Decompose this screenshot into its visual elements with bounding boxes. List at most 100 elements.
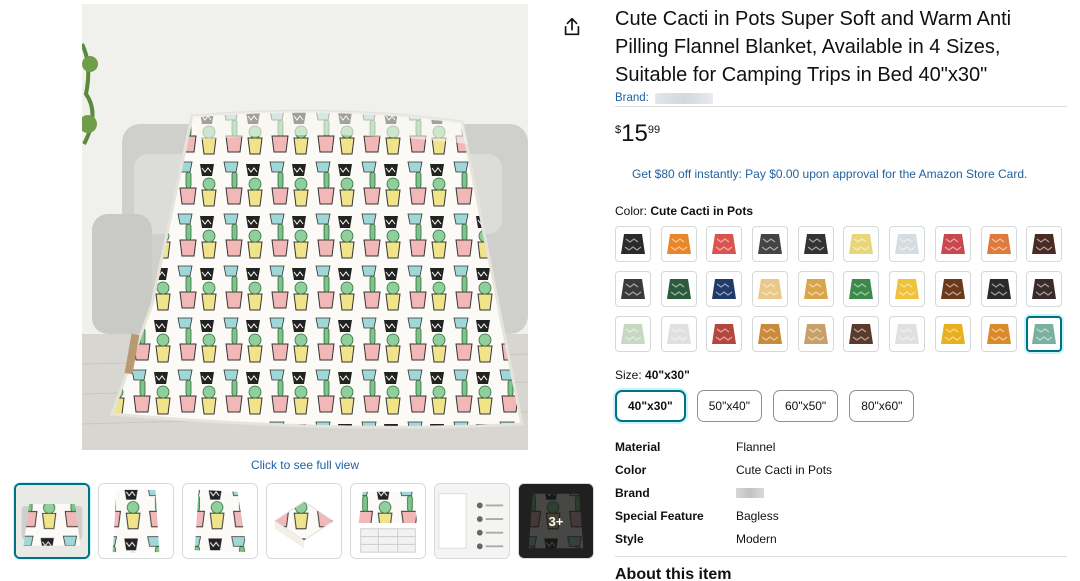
swatch-blanket-icon xyxy=(1029,274,1060,304)
brand-link[interactable]: Brand: xyxy=(615,92,1070,104)
product-specs-table: Material Flannel Color Cute Cacti in Pot… xyxy=(615,435,1070,550)
color-swatch-17[interactable] xyxy=(889,271,926,307)
thumbnail-6[interactable] xyxy=(434,483,510,559)
price-fraction: 99 xyxy=(647,124,661,136)
blanket-image xyxy=(82,4,528,450)
spec-row-brand: Brand xyxy=(615,481,1070,504)
price: $ 15 99 xyxy=(615,121,1070,147)
price-whole: 15 xyxy=(621,120,648,147)
store-card-promo[interactable]: Get $80 off instantly: Pay $0.00 upon ap… xyxy=(615,167,1070,181)
divider xyxy=(615,556,1067,557)
color-swatch-26[interactable] xyxy=(843,316,880,352)
brand-prefix: Brand: xyxy=(615,92,649,104)
swatch-blanket-icon xyxy=(755,319,786,349)
swatch-blanket-icon xyxy=(892,274,923,304)
swatch-blanket-icon xyxy=(846,229,877,259)
size-option-80x60[interactable]: 80"x60" xyxy=(849,390,915,422)
color-swatch-8[interactable] xyxy=(934,226,971,262)
spec-value: Flannel xyxy=(736,439,776,454)
color-swatch-22[interactable] xyxy=(660,316,697,352)
color-swatch-20[interactable] xyxy=(1026,271,1063,307)
thumbnail-more[interactable]: 3+ xyxy=(518,483,594,559)
brand-name-redacted xyxy=(654,92,713,104)
color-label-prefix: Color: xyxy=(615,204,648,218)
size-label-prefix: Size: xyxy=(615,368,642,382)
swatch-blanket-icon xyxy=(618,274,648,304)
color-swatch-23[interactable] xyxy=(706,316,743,352)
spec-key: Color xyxy=(615,462,647,477)
more-images-count: 3+ xyxy=(519,484,593,558)
thumbnail-3[interactable] xyxy=(182,483,258,559)
size-option-50x40[interactable]: 50"x40" xyxy=(696,390,762,422)
color-swatch-14[interactable] xyxy=(752,271,789,307)
color-swatch-3[interactable] xyxy=(706,226,743,262)
swatch-blanket-icon xyxy=(892,229,923,259)
swatch-blanket-icon xyxy=(800,274,831,304)
color-swatch-24[interactable] xyxy=(752,316,789,352)
swatch-blanket-icon xyxy=(983,229,1014,259)
spec-value: Modern xyxy=(736,531,777,546)
size-option-60x50[interactable]: 60"x50" xyxy=(772,390,839,422)
about-heading: About this item xyxy=(615,566,732,581)
color-swatch-27[interactable] xyxy=(889,316,926,352)
spec-value: Bagless xyxy=(736,508,779,523)
color-swatch-6[interactable] xyxy=(843,226,880,262)
color-swatch-grid xyxy=(615,226,1070,352)
color-selected-value: Cute Cacti in Pots xyxy=(650,204,754,218)
thumbnail-4[interactable] xyxy=(266,483,342,559)
spec-row-material: Material Flannel xyxy=(615,435,1070,458)
color-swatch-9[interactable] xyxy=(980,226,1017,262)
color-swatch-19[interactable] xyxy=(980,271,1017,307)
color-swatch-18[interactable] xyxy=(934,271,971,307)
size-option-40x30[interactable]: 40"x30" xyxy=(615,390,686,422)
spec-key: Brand xyxy=(615,485,650,500)
color-swatch-13[interactable] xyxy=(706,271,743,307)
swatch-blanket-icon xyxy=(800,229,831,259)
color-swatch-7[interactable] xyxy=(889,226,926,262)
color-swatch-4[interactable] xyxy=(752,226,789,262)
thumbnail-1[interactable] xyxy=(14,483,90,559)
main-product-image[interactable] xyxy=(82,4,528,450)
color-swatch-25[interactable] xyxy=(797,316,834,352)
spec-row-color: Color Cute Cacti in Pots xyxy=(615,458,1070,481)
swatch-blanket-icon xyxy=(846,274,877,304)
color-swatch-28[interactable] xyxy=(934,316,971,352)
swatch-blanket-icon xyxy=(709,229,740,259)
color-swatch-2[interactable] xyxy=(660,226,697,262)
spec-row-style: Style Modern xyxy=(615,527,1070,550)
swatch-blanket-icon xyxy=(618,319,648,349)
product-details: Cute Cacti in Pots Super Soft and Warm A… xyxy=(615,0,1070,581)
spec-value: Cute Cacti in Pots xyxy=(736,462,833,477)
swatch-blanket-icon xyxy=(937,319,968,349)
swatch-blanket-icon xyxy=(846,319,877,349)
swatch-blanket-icon xyxy=(1029,229,1060,259)
swatch-blanket-icon xyxy=(892,319,923,349)
product-title: Cute Cacti in Pots Super Soft and Warm A… xyxy=(615,8,1012,86)
swatch-blanket-icon xyxy=(937,229,968,259)
color-label: Color: Cute Cacti in Pots xyxy=(615,204,1070,218)
spec-key: Style xyxy=(615,531,644,546)
color-swatch-21[interactable] xyxy=(615,316,651,352)
swatch-blanket-icon xyxy=(709,319,740,349)
color-swatch-29[interactable] xyxy=(980,316,1017,352)
full-view-link[interactable]: Click to see full view xyxy=(82,458,528,472)
color-swatch-10[interactable] xyxy=(1026,226,1063,262)
color-swatch-1[interactable] xyxy=(615,226,651,262)
swatch-blanket-icon xyxy=(663,319,694,349)
thumbnail-2[interactable] xyxy=(98,483,174,559)
color-swatch-5[interactable] xyxy=(797,226,834,262)
share-icon[interactable] xyxy=(561,16,583,38)
color-swatch-11[interactable] xyxy=(615,271,651,307)
size-selected-value: 40"x30" xyxy=(645,368,690,382)
color-swatch-15[interactable] xyxy=(797,271,834,307)
swatch-blanket-icon xyxy=(709,274,740,304)
color-swatch-12[interactable] xyxy=(660,271,697,307)
color-swatch-30[interactable] xyxy=(1026,316,1063,352)
brand-value-redacted xyxy=(736,487,764,498)
thumbnail-5[interactable] xyxy=(350,483,426,559)
thumbnail-strip: 3+ xyxy=(14,483,594,559)
color-swatch-16[interactable] xyxy=(843,271,880,307)
divider xyxy=(615,106,1067,107)
size-options: 40"x30" 50"x40" 60"x50" 80"x60" xyxy=(615,390,1070,422)
spec-key: Special Feature xyxy=(615,508,704,523)
